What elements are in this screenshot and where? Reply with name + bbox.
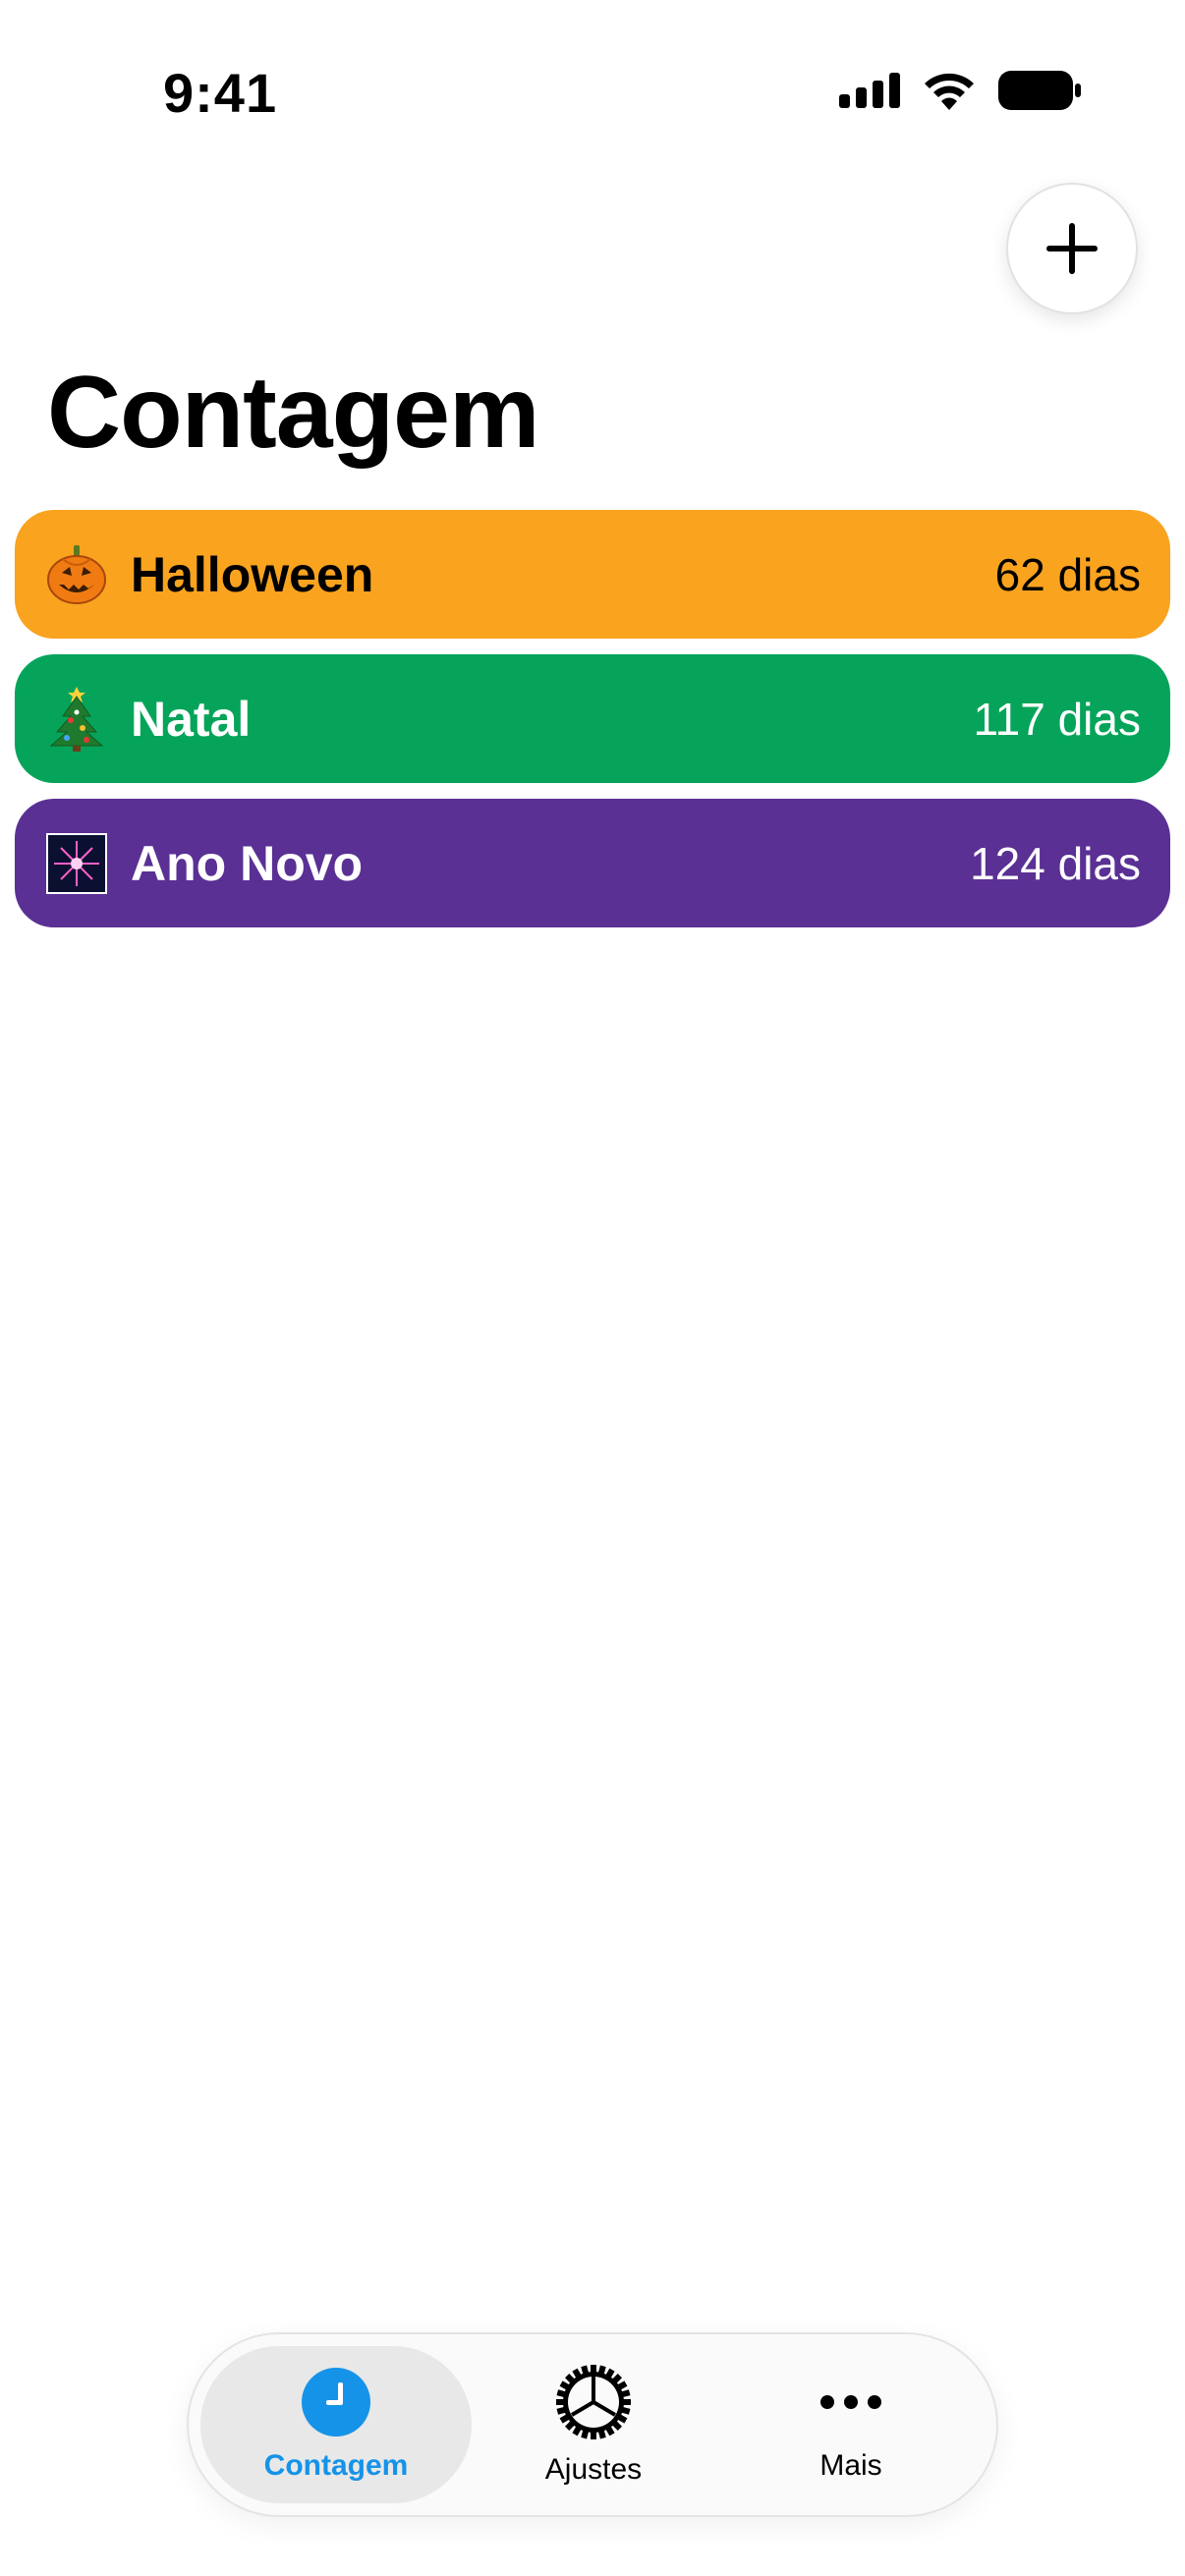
tab-contagem[interactable]: Contagem [200, 2346, 472, 2503]
countdown-name: Ano Novo [131, 835, 364, 891]
countdown-name: Natal [131, 691, 252, 747]
tab-label: Contagem [263, 2449, 409, 2482]
status-time: 9:41 [163, 62, 278, 124]
status-icons [839, 71, 1081, 110]
tab-ajustes[interactable]: Ajustes [458, 2346, 729, 2503]
status-bar: 9:41 [0, 0, 1185, 196]
countdown-days: 62 dias [994, 548, 1141, 600]
battery-icon [998, 71, 1081, 110]
tab-mais[interactable]: Mais [715, 2346, 987, 2503]
countdown-days: 124 dias [970, 837, 1141, 889]
tab-bar: Contagem Ajustes Mais [187, 2332, 998, 2517]
jack-o-lantern-icon [44, 542, 109, 607]
page-title: Contagem [47, 356, 539, 470]
gear-icon [556, 2365, 631, 2439]
countdown-list: Halloween 62 dias Natal 117 dias Ano Nov… [15, 510, 1170, 943]
add-countdown-button[interactable] [1006, 183, 1138, 314]
cellular-signal-icon [839, 73, 900, 108]
countdown-days: 117 dias [973, 693, 1141, 745]
christmas-tree-icon [44, 686, 109, 752]
tab-label: Mais [819, 2449, 882, 2482]
wifi-icon [925, 73, 974, 110]
countdown-row-halloween[interactable]: Halloween 62 dias [15, 510, 1170, 639]
clock-icon [302, 2368, 370, 2436]
countdown-row-natal[interactable]: Natal 117 dias [15, 654, 1170, 783]
tab-label: Ajustes [544, 2453, 643, 2486]
countdown-name: Halloween [131, 546, 374, 602]
ellipsis-icon [820, 2395, 881, 2409]
fireworks-icon [44, 831, 109, 896]
plus-icon [1046, 223, 1098, 274]
countdown-row-ano-novo[interactable]: Ano Novo 124 dias [15, 799, 1170, 927]
